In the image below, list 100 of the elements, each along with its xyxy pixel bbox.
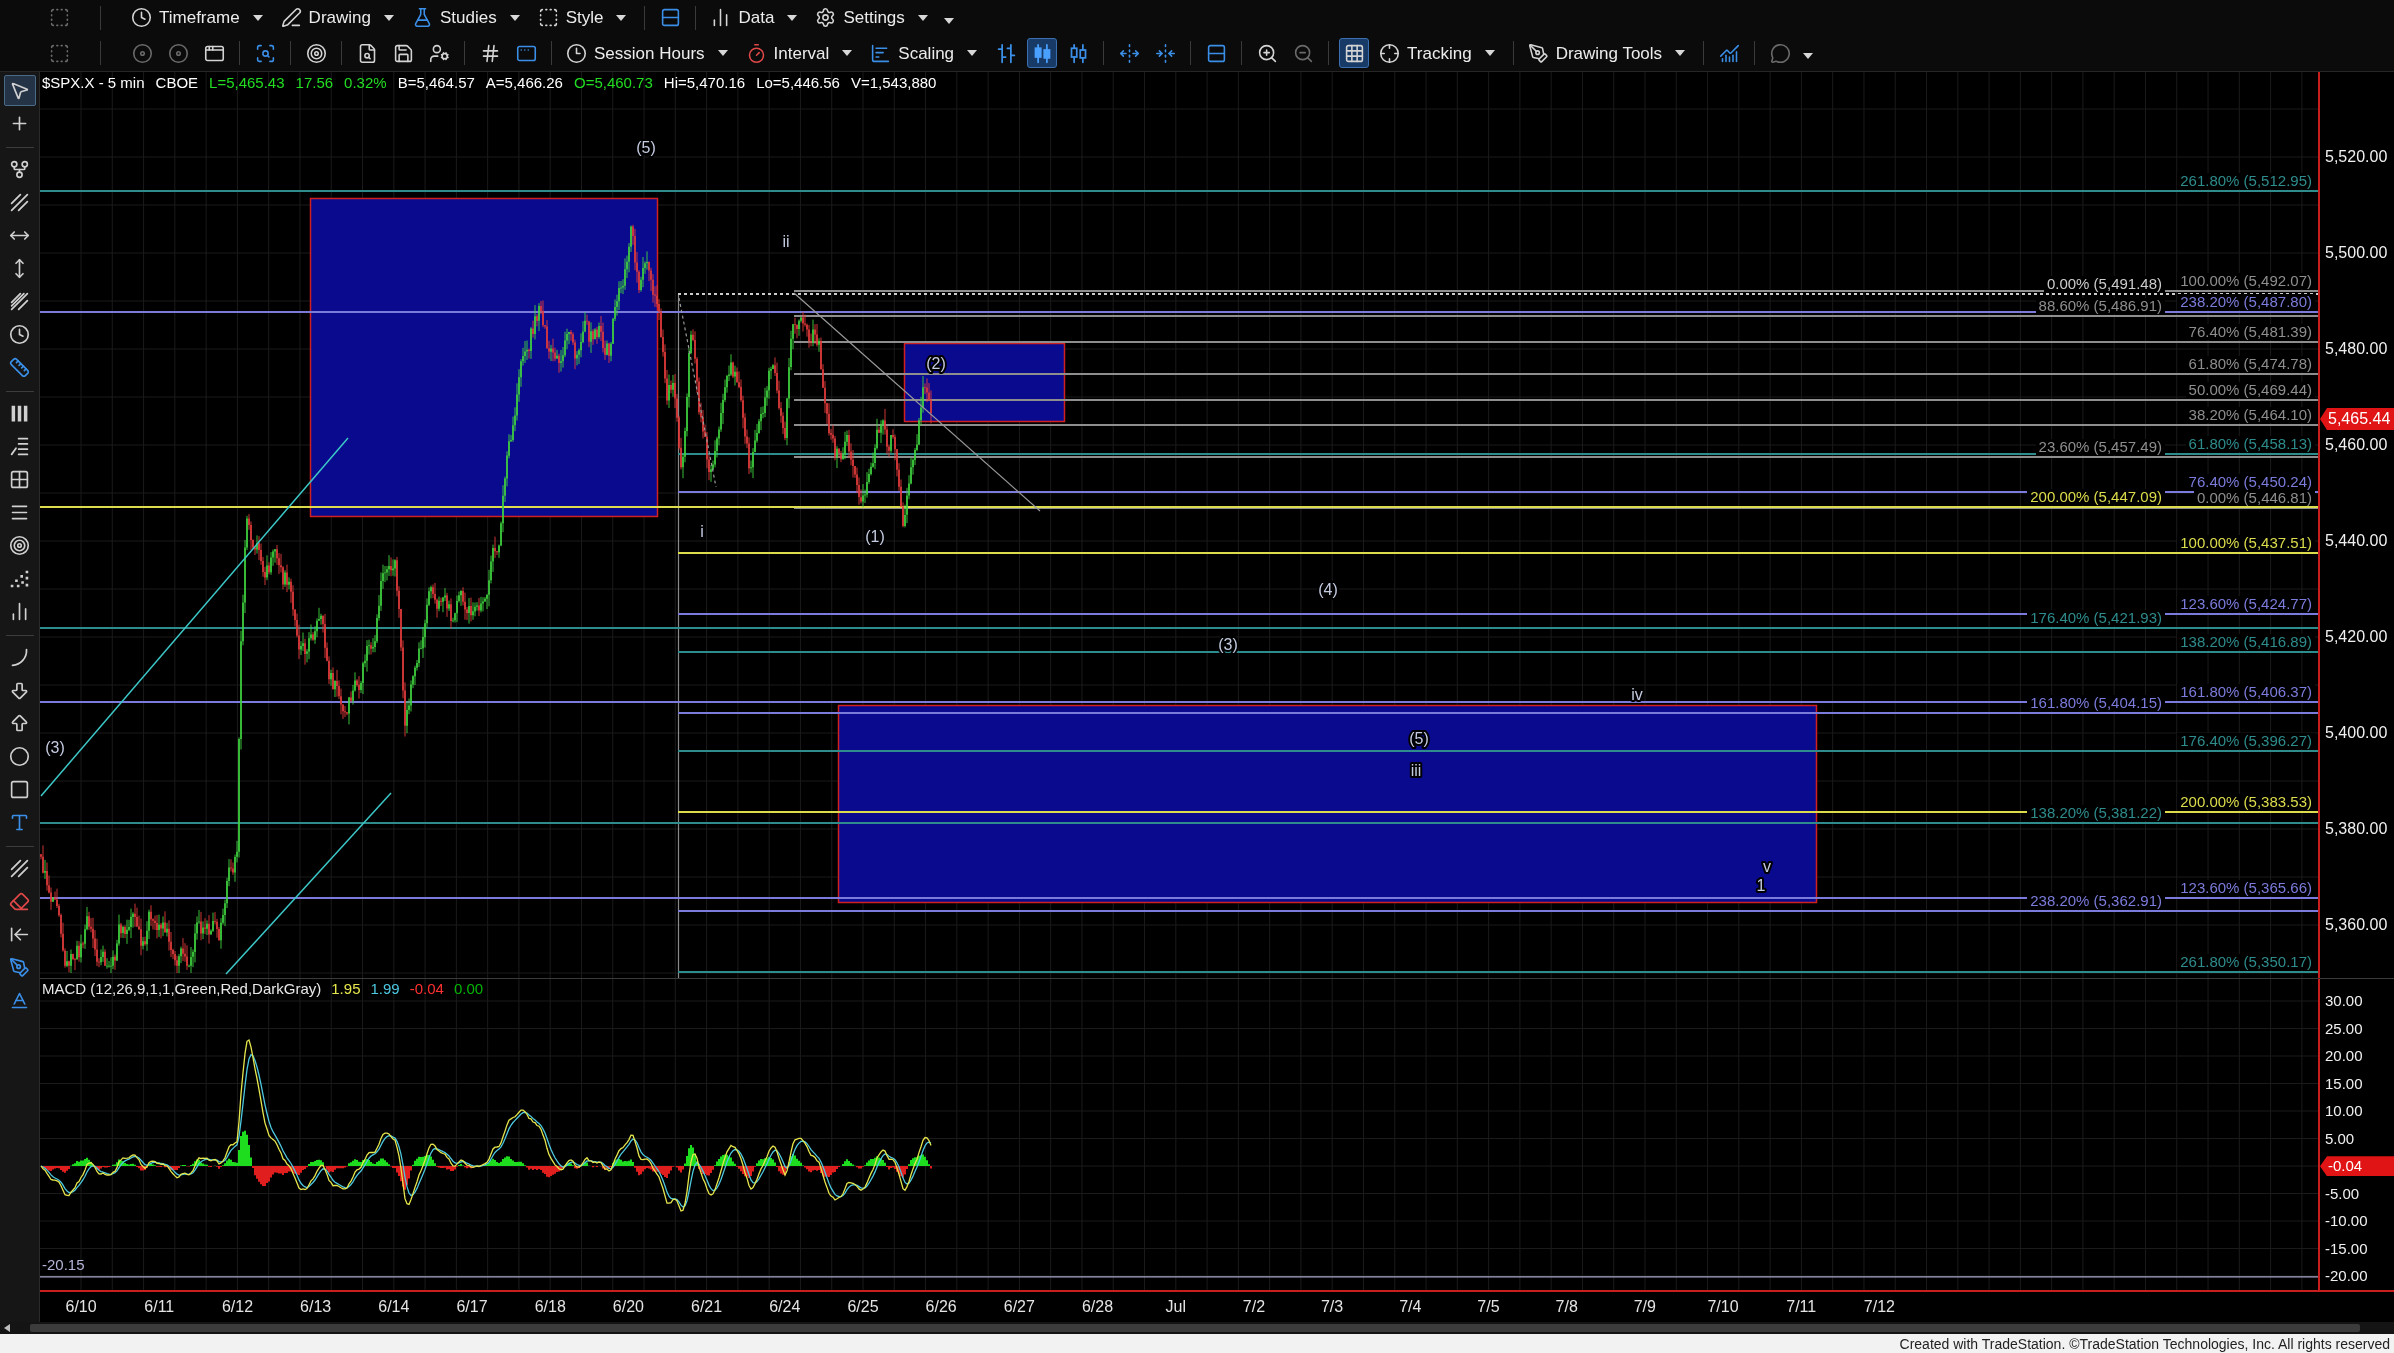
ellipse-icon (9, 746, 30, 767)
ohlc-bars-icon (995, 42, 1017, 64)
ask-price: A=5,466.26 (485, 73, 563, 93)
caret-icon (1484, 50, 1495, 57)
wave-label: (4) (1318, 581, 1338, 598)
wave-label: 1 (1756, 877, 1766, 894)
caret-icon (787, 14, 798, 21)
macd-axis-label: 30.00 (2325, 991, 2363, 1011)
menu-button[interactable]: Style (533, 2, 631, 33)
rectangle-icon (9, 779, 30, 800)
target-icon (9, 535, 30, 556)
wave-label: v (1763, 858, 1771, 875)
caret-icon (1675, 50, 1686, 57)
date-axis-label: 6/12 (220, 1297, 255, 1317)
indicator-value: 0.00 (453, 979, 484, 999)
menu-button[interactable]: Tracking (1375, 38, 1499, 69)
grid-icon (9, 469, 30, 490)
fib-level-label: 238.20% (5,487.80) (2177, 294, 2315, 310)
price-axis-label: 5,400.00 (2325, 723, 2388, 743)
price-axis-label: 5,440.00 (2325, 531, 2388, 551)
date-axis-label: Jul (1164, 1297, 1187, 1317)
volume-value: V=1,543,880 (850, 73, 937, 93)
fib-level-label: 0.00% (5,491.48) (2043, 276, 2165, 292)
fib-level-label: 176.40% (5,396.27) (2177, 733, 2315, 749)
date-axis-label: 7/10 (1706, 1297, 1740, 1317)
macd-axis-label: -5.00 (2325, 1183, 2360, 1204)
date-axis-label: 7/8 (1554, 1297, 1579, 1317)
indicator-value: 1.99 (370, 979, 400, 999)
indicator-title: MACD (12,26,9,1,1,Green,Red,DarkGray) (42, 979, 322, 999)
wave-label: (1) (865, 528, 885, 545)
fib-level-label: 61.80% (5,458.13) (2185, 436, 2315, 452)
price-axis-label: 5,460.00 (2325, 435, 2388, 455)
date-axis-label: 7/2 (1241, 1297, 1267, 1317)
caret-icon (252, 14, 263, 21)
open-price: O=5,460.73 (573, 73, 653, 93)
clock-icon (9, 324, 30, 345)
expand-horizontal-icon (1118, 42, 1140, 64)
rows-icon (659, 7, 681, 29)
menu-button[interactable]: Settings (811, 2, 932, 33)
wave-label: (3) (1218, 636, 1238, 653)
down-arrow-icon (9, 680, 30, 701)
chart-style-button[interactable] (1027, 38, 1058, 69)
zoom-in-icon (1256, 42, 1278, 64)
scroll-bar[interactable] (0, 1322, 2394, 1334)
date-axis-label: 6/26 (924, 1297, 958, 1317)
crosshair-icon (1379, 42, 1401, 64)
search-icon (254, 42, 276, 64)
date-axis-label: 6/28 (1080, 1297, 1115, 1317)
fib-level-label: 88.60% (5,486.91) (2035, 298, 2165, 314)
wave-label: (3) (45, 739, 65, 756)
date-axis-label: 6/20 (611, 1297, 645, 1317)
vertical-bars-icon (9, 403, 30, 424)
rows-icon (1205, 42, 1227, 64)
collapse-horizontal-icon (1154, 42, 1176, 64)
date-axis-label: 6/24 (768, 1297, 802, 1317)
min-value-label: -20.15 (42, 1255, 85, 1275)
menu-button[interactable]: Interval (741, 38, 857, 69)
wave-label: (5) (1409, 730, 1429, 747)
percent-change: 0.32% (344, 73, 387, 93)
square-dashed-icon (48, 7, 70, 29)
wave-label: (2) (926, 355, 946, 372)
date-axis-label: 6/10 (64, 1297, 98, 1317)
fib-level-label: 123.60% (5,424.77) (2177, 596, 2315, 612)
menu-button[interactable]: Studies (407, 2, 524, 33)
grid-icon (1343, 42, 1365, 64)
chat-bubble-icon (1769, 42, 1791, 64)
ruler-icon (9, 357, 30, 378)
menu-button[interactable]: Session Hours (562, 38, 732, 69)
date-axis-label: 6/13 (299, 1297, 333, 1317)
fib-level-label: 50.00% (5,469.44) (2185, 382, 2315, 398)
menu-button[interactable]: Drawing (276, 2, 398, 33)
grid-toggle-button[interactable] (1339, 38, 1370, 69)
bar-chart-icon (870, 42, 892, 64)
menu-button[interactable]: Data (706, 2, 802, 33)
up-arrow-icon (9, 713, 30, 734)
caret-icon (1803, 53, 1814, 60)
fib-level-label: 0.00% (5,446.81) (2193, 490, 2315, 506)
fib-level-label: 23.60% (5,457.49) (2035, 439, 2165, 455)
date-axis-label: 6/21 (690, 1297, 724, 1317)
fib-level-label: 100.00% (5,437.51) (2177, 535, 2315, 551)
clock-icon (566, 42, 587, 64)
date-axis-label: 7/12 (1862, 1297, 1896, 1317)
menu-button[interactable]: Drawing Tools (1523, 38, 1690, 69)
date-axis-label: 6/27 (1002, 1297, 1036, 1317)
fib-level-label: 123.60% (5,365.66) (2177, 880, 2315, 896)
hatched-lines-icon (9, 192, 30, 213)
chart-icon (1718, 42, 1740, 64)
fork-icon (9, 159, 30, 180)
drawing-tool-button[interactable] (3, 75, 36, 106)
macd-axis-label: 20.00 (2325, 1046, 2363, 1066)
menu-button[interactable]: Timeframe (127, 2, 267, 33)
scroll-thumb[interactable] (30, 1324, 2360, 1332)
text-color-icon (9, 990, 30, 1011)
price-axis-label: 5,420.00 (2325, 627, 2388, 647)
date-axis-label: 7/4 (1398, 1297, 1423, 1317)
low-price: Lo=5,446.56 (756, 73, 840, 93)
menu-button[interactable]: Scaling (866, 38, 982, 69)
scroll-left-arrow-icon[interactable] (4, 1324, 10, 1332)
fib-level-label: 200.00% (5,383.53) (2177, 794, 2315, 810)
macd-axis-label: 15.00 (2325, 1073, 2363, 1094)
